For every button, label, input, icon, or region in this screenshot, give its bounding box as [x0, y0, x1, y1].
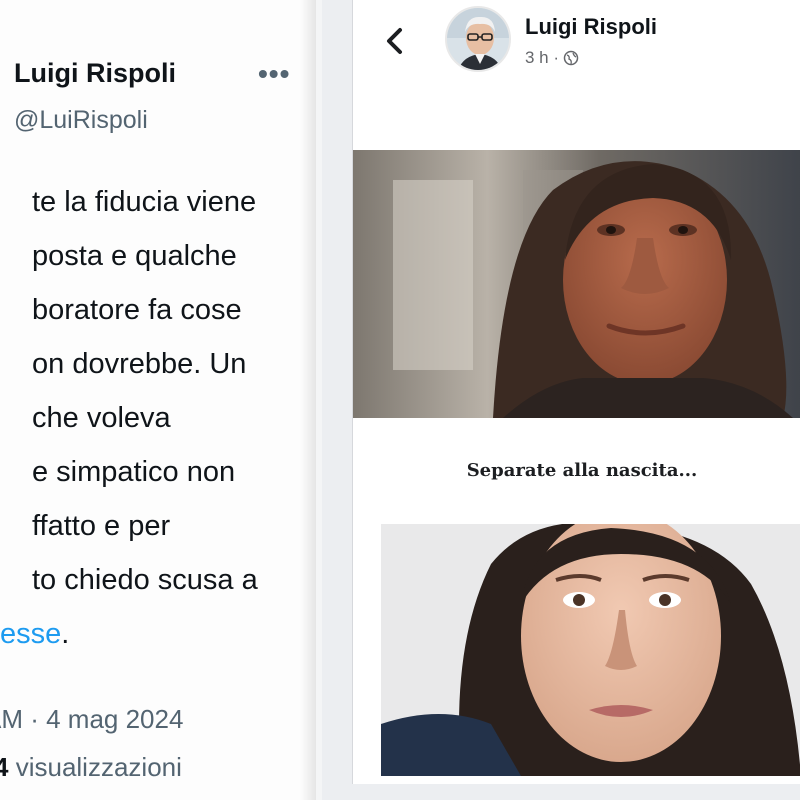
tweet-text-suffix: .	[61, 618, 70, 650]
post-time[interactable]: 3 h ·	[525, 48, 559, 68]
views-label: visualizzazioni	[15, 752, 182, 782]
back-button[interactable]	[379, 24, 413, 58]
tweet-text-line: ffatto e per	[32, 510, 171, 542]
tweet-text: te la fiducia viene posta e qualche bora…	[0, 180, 316, 666]
post-meta: 3 h ·	[525, 48, 579, 68]
facebook-panel: Luigi Rispoli 3 h · Separate alla nascit…	[322, 0, 800, 800]
tweet-text-line: posta e qualche	[32, 240, 237, 272]
mention-link[interactable]: esse	[0, 618, 61, 650]
tweet-text-line: to chiedo scusa a	[32, 564, 258, 596]
tweet-panel: Luigi Rispoli ••• @LuiRispoli te la fidu…	[0, 0, 316, 800]
more-options-button[interactable]: •••	[258, 58, 290, 90]
avatar[interactable]	[445, 6, 511, 72]
tweet-text-line: che voleva	[32, 402, 171, 434]
tweet-timestamp[interactable]: AM · 4 mag 2024	[0, 704, 183, 735]
post-photo-reconstruction[interactable]	[353, 150, 800, 418]
post-caption: Separate alla nascita...	[466, 460, 698, 481]
tweet-author-handle[interactable]: @LuiRispoli	[14, 106, 148, 135]
facebook-post: Luigi Rispoli 3 h · Separate alla nascit…	[352, 0, 800, 784]
tweet-text-line: e simpatico non	[32, 456, 236, 488]
views-count: 4	[0, 752, 9, 782]
tweet-text-line: on dovrebbe. Un	[32, 348, 247, 380]
tweet-text-line: esse.	[0, 612, 316, 666]
panel-shadow	[300, 0, 316, 800]
post-author-name[interactable]: Luigi Rispoli	[525, 14, 657, 40]
tweet-views: 4 visualizzazioni	[0, 752, 182, 783]
tweet-text-line: boratore fa cose	[32, 294, 242, 326]
globe-icon	[563, 50, 579, 66]
chevron-left-icon	[387, 28, 402, 54]
tweet-author-name[interactable]: Luigi Rispoli	[14, 58, 176, 89]
tweet-text-line: te la fiducia viene	[32, 186, 257, 218]
post-photo-portrait[interactable]	[381, 524, 800, 776]
